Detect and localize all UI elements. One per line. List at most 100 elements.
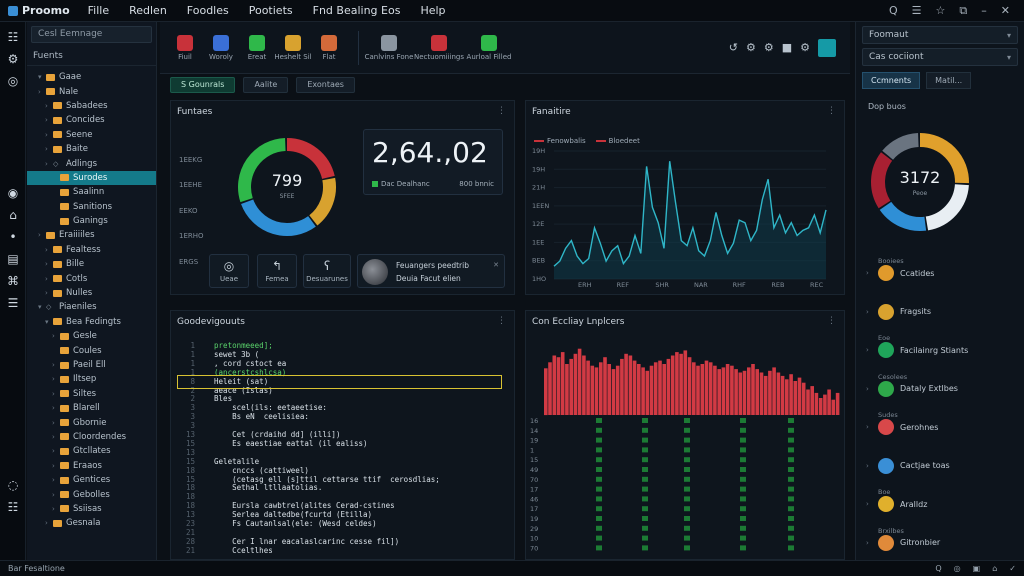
chevron-icon[interactable]: › bbox=[52, 332, 60, 340]
target-icon[interactable]: ◎ bbox=[954, 564, 961, 573]
layout-icon[interactable]: ▣ bbox=[973, 564, 981, 573]
layers-icon[interactable]: ☰ bbox=[0, 292, 26, 314]
settings-icon[interactable]: ⚙ bbox=[764, 41, 774, 54]
search-icon[interactable]: Q bbox=[889, 4, 898, 18]
list-icon[interactable]: ▤ bbox=[0, 248, 26, 270]
tree-item[interactable]: › Gesnala bbox=[27, 516, 156, 530]
tree-item[interactable]: › Nale bbox=[27, 84, 156, 98]
chevron-icon[interactable]: › bbox=[45, 116, 53, 124]
chevron-icon[interactable]: › bbox=[45, 246, 53, 254]
tab-general[interactable]: S Gounrals bbox=[170, 77, 236, 93]
chevron-icon[interactable]: › bbox=[45, 519, 53, 527]
tree-item[interactable]: › Gesle bbox=[27, 329, 156, 343]
tree-item[interactable]: Surodes bbox=[27, 170, 156, 186]
menu-find[interactable]: Fnd Bealing Eos bbox=[303, 4, 411, 17]
tree-item[interactable]: › Paeil Ell bbox=[27, 358, 156, 372]
restore-icon[interactable]: ⧉ bbox=[959, 4, 967, 18]
settings-icon[interactable]: ⚙ bbox=[746, 41, 756, 54]
chevron-icon[interactable]: › bbox=[866, 346, 872, 354]
explorer-icon[interactable]: ☷ bbox=[0, 26, 26, 48]
chevron-icon[interactable]: › bbox=[866, 308, 872, 316]
tree-item[interactable]: › Cloordendes bbox=[27, 430, 156, 444]
tab-matil[interactable]: Matil... bbox=[926, 72, 972, 89]
ribbon-button[interactable]: Canlvins Fone bbox=[365, 34, 413, 61]
menu-help[interactable]: Help bbox=[410, 4, 455, 17]
tree-item[interactable]: › Iltsep bbox=[27, 372, 156, 386]
home-icon[interactable]: ⌂ bbox=[0, 204, 26, 226]
chevron-icon[interactable]: › bbox=[45, 275, 53, 283]
tree-item[interactable]: › ◇ Adlings bbox=[27, 156, 156, 170]
chevron-icon[interactable]: › bbox=[52, 404, 60, 412]
content-select[interactable]: Cas cociiont ▾ bbox=[862, 48, 1018, 66]
tree-item[interactable]: › Gebolles bbox=[27, 487, 156, 501]
explorer-search-input[interactable]: Cesl Eemnage bbox=[31, 26, 152, 43]
gear-icon[interactable]: ⚙ bbox=[800, 41, 810, 54]
refresh-icon[interactable]: ↺ bbox=[729, 41, 738, 54]
tree-item[interactable]: › Concides bbox=[27, 113, 156, 127]
chevron-icon[interactable]: › bbox=[52, 491, 60, 499]
tree-item[interactable]: › Baite bbox=[27, 142, 156, 156]
list-item[interactable]: › Fragsits bbox=[866, 303, 931, 320]
chevron-icon[interactable]: › bbox=[52, 375, 60, 383]
chevron-icon[interactable]: ▾ bbox=[38, 73, 46, 81]
tree-item[interactable]: Sanitions bbox=[27, 200, 156, 214]
menu-file[interactable]: Fille bbox=[78, 4, 119, 17]
ribbon-button[interactable]: Ereat bbox=[242, 34, 272, 61]
list-item[interactable]: › Ccatides bbox=[866, 265, 934, 281]
panel-menu-icon[interactable]: ⋮ bbox=[497, 106, 506, 116]
chevron-icon[interactable]: › bbox=[866, 269, 872, 277]
stat-card[interactable]: ◎ Ueae bbox=[209, 254, 249, 288]
tree-item[interactable]: › Ssiisas bbox=[27, 502, 156, 516]
tree-item[interactable]: ▾ ◇ Piaeniles bbox=[27, 300, 156, 314]
chevron-icon[interactable]: › bbox=[866, 385, 872, 393]
close-icon[interactable]: ✕ bbox=[1001, 4, 1010, 18]
ribbon-button[interactable]: Nectuomiiings bbox=[414, 34, 464, 61]
chevron-icon[interactable]: ▾ bbox=[38, 303, 46, 311]
ribbon-button[interactable]: Flat bbox=[314, 34, 344, 61]
check-icon[interactable]: ✓ bbox=[1009, 564, 1016, 573]
search-icon[interactable]: Q bbox=[935, 564, 941, 573]
ribbon-button[interactable]: Aurloal Filled bbox=[467, 34, 511, 61]
stat-card[interactable]: ↰ Femea bbox=[257, 254, 297, 288]
target-icon[interactable]: ◎ bbox=[0, 70, 26, 92]
chevron-icon[interactable]: › bbox=[45, 145, 53, 153]
list-item[interactable]: › Facilainrg Stiants bbox=[866, 342, 968, 358]
tree-item[interactable]: Coules bbox=[27, 343, 156, 357]
tree-item[interactable]: › Cotls bbox=[27, 271, 156, 285]
menu-icon[interactable]: ☰ bbox=[912, 4, 922, 18]
tree-item[interactable]: › Eraiiiiles bbox=[27, 228, 156, 242]
tree-item[interactable]: › Fealtess bbox=[27, 243, 156, 257]
chevron-icon[interactable]: › bbox=[45, 102, 53, 110]
tree-item[interactable]: › Gtcllates bbox=[27, 444, 156, 458]
tree-item[interactable]: › Gentices bbox=[27, 473, 156, 487]
tree-item[interactable]: Ganings bbox=[27, 214, 156, 228]
chevron-icon[interactable]: ▾ bbox=[45, 318, 53, 326]
star-icon[interactable]: ☆ bbox=[936, 4, 946, 18]
command-icon[interactable]: ⌘ bbox=[0, 270, 26, 292]
close-icon[interactable]: ✕ bbox=[493, 261, 499, 269]
chevron-icon[interactable]: › bbox=[52, 433, 60, 441]
tree-item[interactable]: ▾ Bea Fedingts bbox=[27, 315, 156, 329]
tab-comments[interactable]: Ccmnents bbox=[862, 72, 921, 89]
tab-exontaes[interactable]: Exontaes bbox=[296, 77, 355, 93]
tree-item[interactable]: › Siltes bbox=[27, 387, 156, 401]
chevron-icon[interactable]: › bbox=[52, 462, 60, 470]
record-icon[interactable]: ◉ bbox=[0, 182, 26, 204]
ribbon-button[interactable]: Woroly bbox=[206, 34, 236, 61]
ribbon-button[interactable]: Fiuil bbox=[170, 34, 200, 61]
minimize-icon[interactable]: – bbox=[981, 4, 987, 18]
chevron-icon[interactable]: › bbox=[866, 500, 872, 508]
user-card[interactable]: Feuangers peedtrib Deuia Facut elien ✕ bbox=[357, 254, 505, 288]
stop-icon[interactable]: ■ bbox=[782, 41, 792, 54]
tree-item[interactable]: › Gbornie bbox=[27, 415, 156, 429]
tree-item[interactable]: › Sabadees bbox=[27, 99, 156, 113]
format-select[interactable]: Foomaut ▾ bbox=[862, 26, 1018, 44]
tree-item[interactable]: › Seene bbox=[27, 128, 156, 142]
tree-item[interactable]: Saalinn bbox=[27, 185, 156, 199]
tree-item[interactable]: › Blarell bbox=[27, 401, 156, 415]
chevron-icon[interactable]: › bbox=[38, 88, 46, 96]
chevron-icon[interactable]: › bbox=[52, 419, 60, 427]
list-item[interactable]: › Aralldz bbox=[866, 496, 927, 512]
chevron-icon[interactable]: › bbox=[52, 505, 60, 513]
ribbon-button[interactable]: Heshelt Sil bbox=[274, 34, 312, 61]
